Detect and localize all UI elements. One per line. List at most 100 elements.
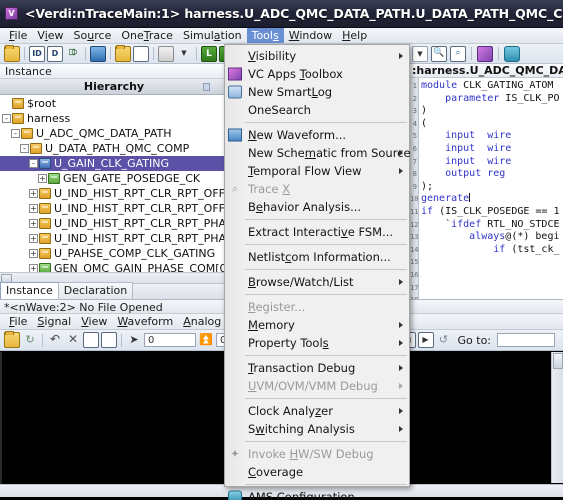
collapse-icon[interactable]: - [29, 159, 38, 168]
menu-item-new-schematic-from-source[interactable]: New Schematic from Source [225, 144, 411, 162]
expand-icon[interactable]: + [38, 174, 47, 183]
menu-item-wrapper: Switching Analysis [225, 420, 409, 438]
menu-view[interactable]: View [32, 28, 68, 43]
menu-item-label: VC Apps Toolbox [248, 67, 343, 81]
pointer-icon[interactable]: ➤ [126, 332, 142, 348]
tab-declaration[interactable]: Declaration [57, 282, 134, 299]
menu-item-wrapper: Netlistcom Information... [225, 248, 409, 266]
reload-icon[interactable]: ↻ [22, 332, 38, 348]
close-x-icon[interactable]: ✕ [65, 332, 81, 348]
line-number-gutter: 123456789101112131415161718 [410, 78, 419, 299]
marker-icon[interactable]: ⏫ [198, 332, 214, 348]
link-icon[interactable] [504, 45, 520, 62]
undo-icon[interactable]: ↶ [47, 332, 63, 348]
menu-item-extract-interactive-fsm[interactable]: Extract Interactive FSM... [225, 223, 409, 241]
toolbar-separator [110, 47, 111, 60]
menu-item-clock-analyzer[interactable]: Clock Analyzer [225, 402, 409, 420]
collapse-icon[interactable]: - [11, 129, 20, 138]
menu-item-coverage[interactable]: Coverage [225, 463, 409, 481]
menu-item-wrapper: Coverage [225, 463, 409, 481]
tree-node-8[interactable]: + U_IND_HIST_RPT_CLR_RPT_PHAS [0, 216, 228, 231]
grey-doc-icon[interactable] [158, 45, 174, 62]
tree-node-1[interactable]: - harness [0, 111, 228, 126]
submenu-arrow-icon [399, 340, 403, 346]
menu-window[interactable]: Window [284, 28, 337, 43]
menu-item-wrapper: Clock Analyzer [225, 402, 409, 420]
edit-note-icon[interactable] [133, 45, 149, 62]
menu-source[interactable]: Source [69, 28, 117, 43]
source-panel-caption: :harness.U_ADC_QMC_DAT [410, 64, 563, 78]
menu-item-wrapper: Visibility [225, 47, 409, 65]
nwave-menu-file[interactable]: File [4, 314, 32, 329]
expand-icon[interactable]: + [29, 234, 38, 243]
schematic-icon[interactable]: ⎄ [65, 46, 81, 62]
collapse-icon[interactable]: - [20, 144, 29, 153]
green-l-icon[interactable]: L [201, 45, 217, 62]
tree-node-label: U_IND_HIST_RPT_CLR_RPT_OFFS [54, 187, 228, 200]
menu-item-wrapper: New SmartLog [225, 83, 409, 101]
menu-item-new-smartlog[interactable]: New SmartLog [225, 83, 409, 101]
menu-item-switching-analysis[interactable]: Switching Analysis [225, 420, 409, 438]
menu-separator [245, 244, 407, 245]
nwave-menu-waveform[interactable]: Waveform [112, 314, 178, 329]
sort-indicator-icon[interactable] [203, 82, 210, 91]
nwave-menu-view[interactable]: View [76, 314, 112, 329]
open-folder-icon[interactable] [4, 44, 20, 62]
tab-instance[interactable]: Instance [0, 282, 59, 299]
menu-item-temporal-flow-view[interactable]: Temporal Flow View [225, 162, 409, 180]
menu-item-netlistcom-information[interactable]: Netlistcom Information... [225, 248, 409, 266]
menu-item-property-tools[interactable]: Property Tools [225, 334, 409, 352]
tree-node-4[interactable]: - U_GAIN_CLK_GATING [0, 156, 228, 171]
menu-item-transaction-debug[interactable]: Transaction Debug [225, 359, 409, 377]
menu-file[interactable]: File [4, 28, 32, 43]
menu-item-browse-watch-list[interactable]: Browse/Watch/List [225, 273, 409, 291]
tree-node-9[interactable]: + U_IND_HIST_RPT_CLR_RPT_PHAS [0, 231, 228, 246]
expand-icon[interactable]: + [29, 219, 38, 228]
menu-item-onesearch[interactable]: OneSearch [225, 101, 409, 119]
menu-simulation[interactable]: Simulation [178, 28, 247, 43]
tree-node-5[interactable]: + GEN_GATE_POSEDGE_CK [0, 171, 228, 186]
source-toolbar: ▼ 🔍 ⌕ [410, 44, 563, 64]
search-icon[interactable]: 🔍 [431, 45, 447, 62]
menu-item-ams-configuration[interactable]: AMS Configuration... [225, 488, 409, 500]
dropdown-caret-icon[interactable]: ▼ [176, 46, 192, 62]
menu-help[interactable]: Help [337, 28, 372, 43]
folder-yellow-icon[interactable] [115, 44, 131, 62]
tree-node-6[interactable]: + U_IND_HIST_RPT_CLR_RPT_OFFS [0, 186, 228, 201]
collapse-icon[interactable]: - [2, 114, 11, 123]
dump-icon[interactable]: D [47, 45, 63, 62]
nwave-menu-analog[interactable]: Analog [178, 314, 226, 329]
tree-node-7[interactable]: + U_IND_HIST_RPT_CLR_RPT_OFFS [0, 201, 228, 216]
menu-item-new-waveform[interactable]: New Waveform... [225, 126, 409, 144]
tree-node-10[interactable]: + U_PAHSE_COMP_CLK_GATING [0, 246, 228, 261]
menu-tools[interactable]: Tools [246, 28, 284, 43]
copy-icon[interactable] [83, 332, 99, 348]
tree-node-3[interactable]: - U_DATA_PATH_QMC_COMP [0, 141, 228, 156]
goto-input[interactable] [497, 333, 555, 347]
palette-icon[interactable] [477, 45, 493, 62]
menu-item-behavior-analysis[interactable]: Behavior Analysis... [225, 198, 409, 216]
hierarchy-column-header[interactable]: Hierarchy [0, 79, 228, 95]
blue-square-icon[interactable] [90, 45, 106, 62]
waveform-icon[interactable]: ID [29, 45, 45, 62]
lock-icon[interactable] [101, 332, 117, 348]
expand-icon[interactable]: + [29, 204, 38, 213]
source-code-text[interactable]: module CLK_GATING_ATOM parameter IS_CLK_… [419, 78, 563, 299]
expand-icon[interactable]: + [29, 189, 38, 198]
zoom-find-icon[interactable]: ⌕ [450, 45, 466, 62]
next-icon[interactable]: ▶ [417, 332, 434, 348]
tree-node-2[interactable]: - U_ADC_QMC_DATA_PATH [0, 126, 228, 141]
open-folder-icon[interactable] [4, 331, 20, 348]
expand-icon[interactable]: + [29, 249, 38, 258]
menu-onetrace[interactable]: OneTrace [116, 28, 178, 43]
small-caret-icon[interactable]: ▼ [412, 45, 428, 62]
time-field-left[interactable]: 0 [144, 333, 196, 347]
menu-item-vc-apps-toolbox[interactable]: VC Apps Toolbox [225, 65, 409, 83]
nwave-menu-signal[interactable]: Signal [32, 314, 76, 329]
waveform-vscrollbar[interactable] [551, 352, 563, 483]
refresh-icon[interactable]: ↺ [436, 332, 452, 348]
vscrollbar-thumb[interactable] [553, 353, 563, 369]
tree-node-0[interactable]: $root [0, 96, 228, 111]
menu-item-visibility[interactable]: Visibility [225, 47, 409, 65]
menu-item-memory[interactable]: Memory [225, 316, 409, 334]
